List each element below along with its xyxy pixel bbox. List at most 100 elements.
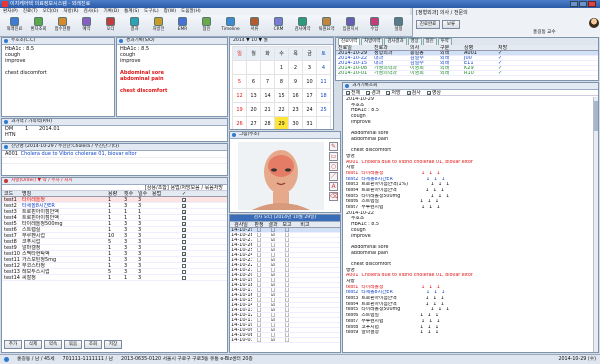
order-checkbox[interactable]: ✓ [182,257,186,262]
calendar-day[interactable]: 14 [260,88,275,103]
calendar-day[interactable]: 4 [316,60,331,75]
hold-button[interactable]: 보류 [442,20,460,29]
toolbar-button[interactable]: 서류 [243,17,266,32]
order-add-button[interactable]: 추가 [4,340,22,349]
toolbar-button[interactable]: 협진 [195,17,218,32]
menu-item[interactable]: 통계(S) [124,8,139,15]
calendar-day[interactable]: 16 [288,88,303,103]
calendar-day[interactable]: 31 [302,116,317,129]
filter-checkbox[interactable]: ✓ [426,90,431,95]
calendar-day[interactable]: 6 [246,74,261,89]
calendar-header[interactable]: 2014 ▼ 10 ▼ 월 [233,38,268,43]
menu-item[interactable]: 오더(O) [43,8,59,15]
menu-item[interactable]: 진료(T) [23,8,38,15]
calendar-day[interactable]: 5 [232,74,247,89]
calendar-day[interactable]: 27 [246,116,261,129]
calendar-day[interactable]: 1 [274,60,289,75]
order-checkbox[interactable]: ✓ [182,251,186,256]
toolbar-button[interactable]: Timeline [219,17,242,32]
table-row[interactable]: 2014-10-01 가정의학과 이영희 외래 R10 ✓ [336,71,598,76]
visit-tab[interactable]: 처방이력 [361,38,384,45]
calendar-day[interactable]: 23 [288,102,303,117]
calendar-day[interactable]: 13 [246,88,261,103]
record-text[interactable]: 2014-10-29 주호소 HbA1c : 8.5 cough improve Abdo… [343,96,598,337]
calendar-day[interactable]: 25 [316,102,331,117]
menu-item[interactable]: 창(W) [164,8,176,15]
table-row[interactable]: test14 씨잘정 1 1 3 [2,275,227,281]
text-icon[interactable]: A [329,182,338,191]
order-checkbox[interactable] [182,275,186,280]
order-checkbox[interactable] [182,263,186,268]
exam-flag[interactable]: □ [280,338,294,342]
scrollbar-thumb[interactable] [594,101,598,131]
calendar-day[interactable]: 30 [288,116,303,129]
pen-icon[interactable]: ✎ [329,142,338,151]
exam-flag[interactable]: □ [252,338,266,342]
calendar-day[interactable]: 24 [302,102,317,117]
scrollbar[interactable] [593,97,598,352]
calendar-day[interactable]: 15 [274,88,289,103]
filter-checkbox[interactable]: ✓ [406,90,411,95]
calendar-day[interactable]: 21 [260,102,275,117]
maximize-icon[interactable] [579,1,587,7]
toolbar-button[interactable]: 퇴원요약 [315,17,338,32]
line-icon[interactable]: ／ [329,172,338,181]
calendar-day[interactable]: 22 [274,102,289,117]
minimize-icon[interactable] [570,1,578,7]
toolbar-button[interactable]: 입원지시 [339,17,362,32]
calendar-day[interactable]: 2 [288,60,303,75]
calendar-day[interactable]: 9 [288,74,303,89]
menu-item[interactable]: 도구(L) [144,8,159,15]
toolbar-button[interactable]: 수납 [363,17,386,32]
calendar-day[interactable]: 29 [274,116,289,129]
order-promise-button[interactable]: 약속 [44,340,62,349]
filter-checkbox[interactable]: ✓ [346,90,350,95]
visit-tab[interactable]: 투약 [437,38,452,45]
calendar-day[interactable]: 12 [232,88,247,103]
order-checkbox[interactable]: ✓ [182,221,186,226]
calendar-day[interactable]: 18 [316,88,331,103]
order-checkbox[interactable]: ✓ [182,245,186,250]
exam-flag[interactable]: ☑ [266,338,280,342]
order-checkbox[interactable]: ✓ [182,203,186,208]
soap-textarea[interactable]: HbA1c : 8.5 cough improve Abdominal sore abd… [117,45,227,95]
toolbar-button[interactable]: 설정 [387,17,410,32]
toolbar-button[interactable]: 검사예약 [291,17,314,32]
menu-item[interactable]: 환자(P) [3,8,18,15]
eraser-icon[interactable]: ⌫ [329,192,338,201]
complete-button[interactable]: 진료완료 [416,20,440,29]
menu-item[interactable]: 처방(R) [63,8,78,15]
toolbar-button[interactable]: 외래진료 [3,17,26,32]
visit-tab[interactable]: 검사결과 [384,38,407,45]
menu-item[interactable]: 기록(D) [104,8,120,15]
calendar-day[interactable]: 8 [274,74,289,89]
close-icon[interactable] [588,1,596,7]
body-diagram[interactable] [238,142,324,210]
order-checkbox[interactable]: ✓ [182,215,186,220]
order-delete-button[interactable]: 삭제 [24,340,42,349]
rectangle-icon[interactable]: ▭ [329,152,338,161]
toolbar-button[interactable]: 처방전 [147,17,170,32]
toolbar-button[interactable]: 환자조회 [27,17,50,32]
filter-checkbox[interactable]: ✓ [366,90,371,95]
toolbar-button[interactable]: EMR [171,17,194,32]
ph-row[interactable]: HTN [5,132,224,138]
calendar-day[interactable]: 26 [232,116,247,129]
menu-item[interactable]: 검사(E) [84,8,99,15]
order-checkbox[interactable]: ✓ [182,197,186,202]
order-checkbox[interactable] [182,239,186,244]
order-checkbox[interactable] [182,269,186,274]
visit-tab[interactable]: 진료이력 [338,38,361,45]
order-checkbox[interactable]: ✓ [182,227,186,232]
calendar-day[interactable]: 7 [260,74,275,89]
toolbar-button[interactable]: CRM [267,17,290,32]
calendar-day[interactable]: 20 [246,102,261,117]
calendar-day[interactable]: 10 [302,74,317,89]
table-row[interactable]: 14-10-07 □ ☑ □ [230,338,340,343]
circle-icon[interactable]: ○ [329,162,338,171]
toolbar-button[interactable]: 접수현황 [51,17,74,32]
toolbar-button[interactable]: 오더 [99,17,122,32]
menu-item[interactable]: 도움말(H) [181,8,201,15]
visit-tab[interactable]: 협진 [422,38,437,45]
calendar-day[interactable]: 3 [302,60,317,75]
